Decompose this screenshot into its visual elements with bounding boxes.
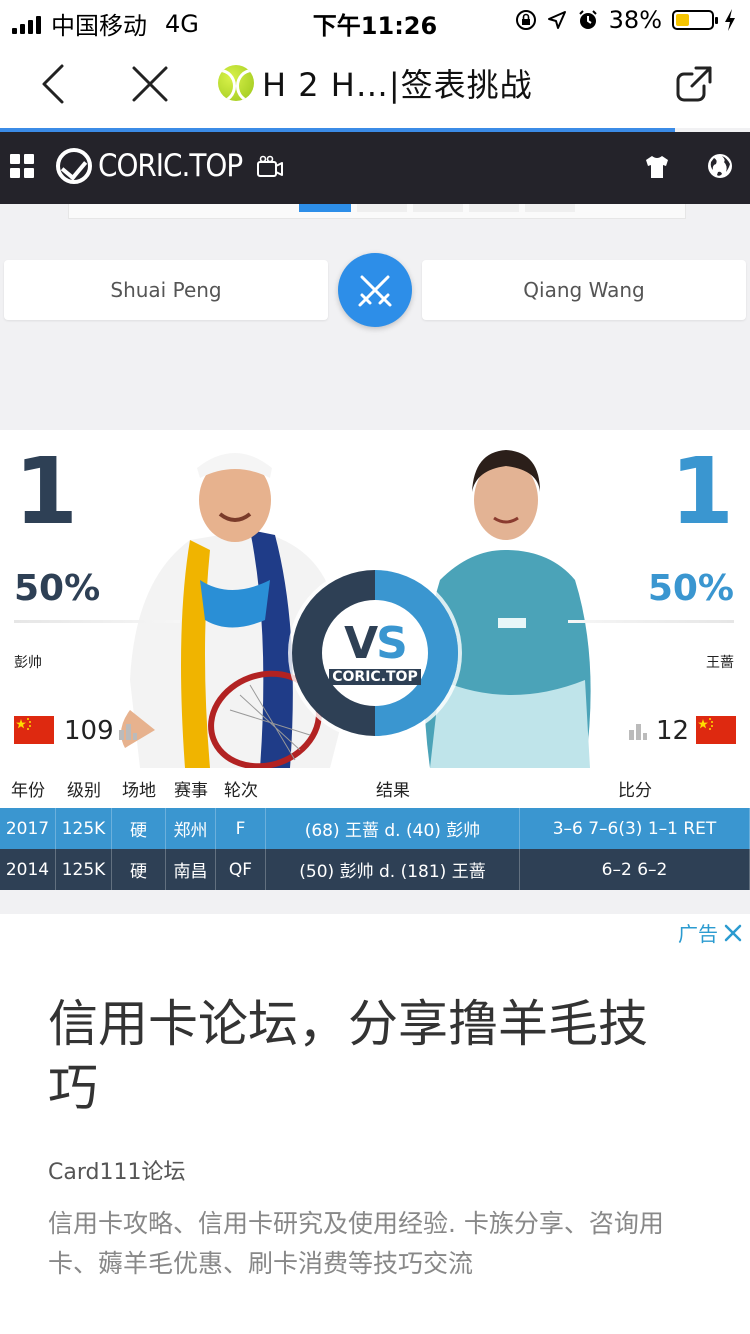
table-cell: 2014 [0,849,56,890]
tab-item[interactable] [357,204,407,212]
table-cell: 125K [56,849,112,890]
table-cell: 硬 [112,849,166,890]
china-flag-icon [14,716,54,744]
close-icon[interactable] [130,64,170,104]
video-icon[interactable] [256,154,284,182]
browser-nav-bar: H 2 H…|签表挑战 [0,40,750,128]
ranking-bars-icon [119,724,137,740]
table-header-cell: 比分 [618,780,652,801]
player-right-select[interactable]: Qiang Wang [422,260,746,320]
status-bar: 中国移动 4G 下午11:26 38% [0,0,750,40]
table-cell: 3–6 7–6(3) 1–1 RET [520,808,750,849]
back-icon[interactable] [36,62,76,106]
table-cell: F [216,808,266,849]
ad-description: 信用卡攻略、信用卡研究及使用经验. 卡族分享、咨询用卡、薅羊毛优惠、刷卡消费等技… [48,1209,664,1278]
table-cell: 125K [56,808,112,849]
table-header-cell: 年份 [11,780,45,801]
location-icon [547,11,566,29]
battery-percent: 38% [608,6,662,34]
player-right-name: Qiang Wang [523,278,645,302]
vs-logo-text: CORIC.TOP [329,669,421,685]
site-logo-text: CORIC.TOP [98,148,243,184]
player-left-name: Shuai Peng [110,278,222,302]
tennis-ball-icon [218,65,254,101]
right-chinese-name: 王蔷 [706,655,734,671]
ad-tag-text: 广告 [678,922,718,946]
swap-players-button[interactable] [338,253,412,327]
page-title-text: H 2 H…|签表挑战 [262,66,533,104]
table-header-cell: 轮次 [224,780,258,801]
alarm-icon [578,10,597,29]
table-cell: 南昌 [166,849,216,890]
charging-icon [725,9,735,31]
left-chinese-name: 彭帅 [14,655,42,671]
ad-label[interactable]: 广告 [678,918,742,947]
page-title: H 2 H…|签表挑战 [218,60,533,106]
crossed-swords-icon [358,275,392,307]
shirt-icon[interactable] [644,154,670,180]
right-win-pct: 50% [647,568,734,609]
table-row[interactable]: 2014 125K 硬南昌 QF (50) 彭帅 d. (181) 王蔷 6–2 6–2 [0,849,750,890]
h2h-comparison: 1 1 50% 50% 彭帅 王蔷 109 12 VS CORIC.TOP [0,430,750,768]
site-logo[interactable]: CORIC.TOP [56,148,243,184]
left-ranking: 109 [64,716,114,746]
ad-source: Card111论坛 [48,1160,186,1185]
tab-active-indicator[interactable] [299,204,351,212]
left-win-pct: 50% [14,568,101,609]
table-header-cell: 结果 [376,780,410,801]
h2h-matches-table: 年份 级别 场地 赛事 轮次 结果 比分 2017 125K 硬郑州 F (68) 王蔷 d. (4… [0,768,750,890]
tab-item[interactable] [469,204,519,212]
ranking-bars-icon [629,724,647,740]
advertisement[interactable]: 广告 信用卡论坛，分享撸羊毛技巧 Card111论坛 信用卡攻略、信用卡研究及使… [0,914,750,1334]
globe-icon[interactable] [706,152,734,180]
table-header-cell: 场地 [122,780,156,801]
vs-text: VS [344,618,408,669]
table-cell: 2017 [0,808,56,849]
site-header: CORIC.TOP [0,132,750,204]
table-header-cell: 赛事 [174,780,208,801]
left-pct-line [14,620,180,623]
battery-icon [672,10,718,30]
table-cell: 硬 [112,808,166,849]
table-cell: QF [216,849,266,890]
table-header: 年份 级别 场地 赛事 轮次 结果 比分 [0,768,750,808]
table-header-cell: 级别 [67,780,101,801]
table-cell: (68) 王蔷 d. (40) 彭帅 [266,808,520,849]
china-flag-icon [696,716,736,744]
left-wins: 1 [14,438,79,545]
vs-badge: VS CORIC.TOP [292,570,458,736]
table-row[interactable]: 2017 125K 硬郑州 F (68) 王蔷 d. (40) 彭帅 3–6 7–6(3)… [0,808,750,849]
share-icon[interactable] [674,64,714,104]
tab-strip [68,204,686,219]
ad-headline[interactable]: 信用卡论坛，分享撸羊毛技巧 [48,992,688,1120]
coric-logo-icon [56,148,92,184]
close-ad-icon[interactable] [724,924,742,942]
right-wins: 1 [669,438,734,545]
table-cell: 郑州 [166,808,216,849]
orientation-lock-icon [515,10,536,30]
table-cell: (50) 彭帅 d. (181) 王蔷 [266,849,520,890]
tab-item[interactable] [525,204,575,212]
right-pct-line [568,620,734,623]
player-left-select[interactable]: Shuai Peng [4,260,328,320]
right-ranking: 12 [656,716,690,746]
table-cell: 6–2 6–2 [520,849,750,890]
tab-item[interactable] [413,204,463,212]
menu-grid-icon[interactable] [10,154,34,178]
